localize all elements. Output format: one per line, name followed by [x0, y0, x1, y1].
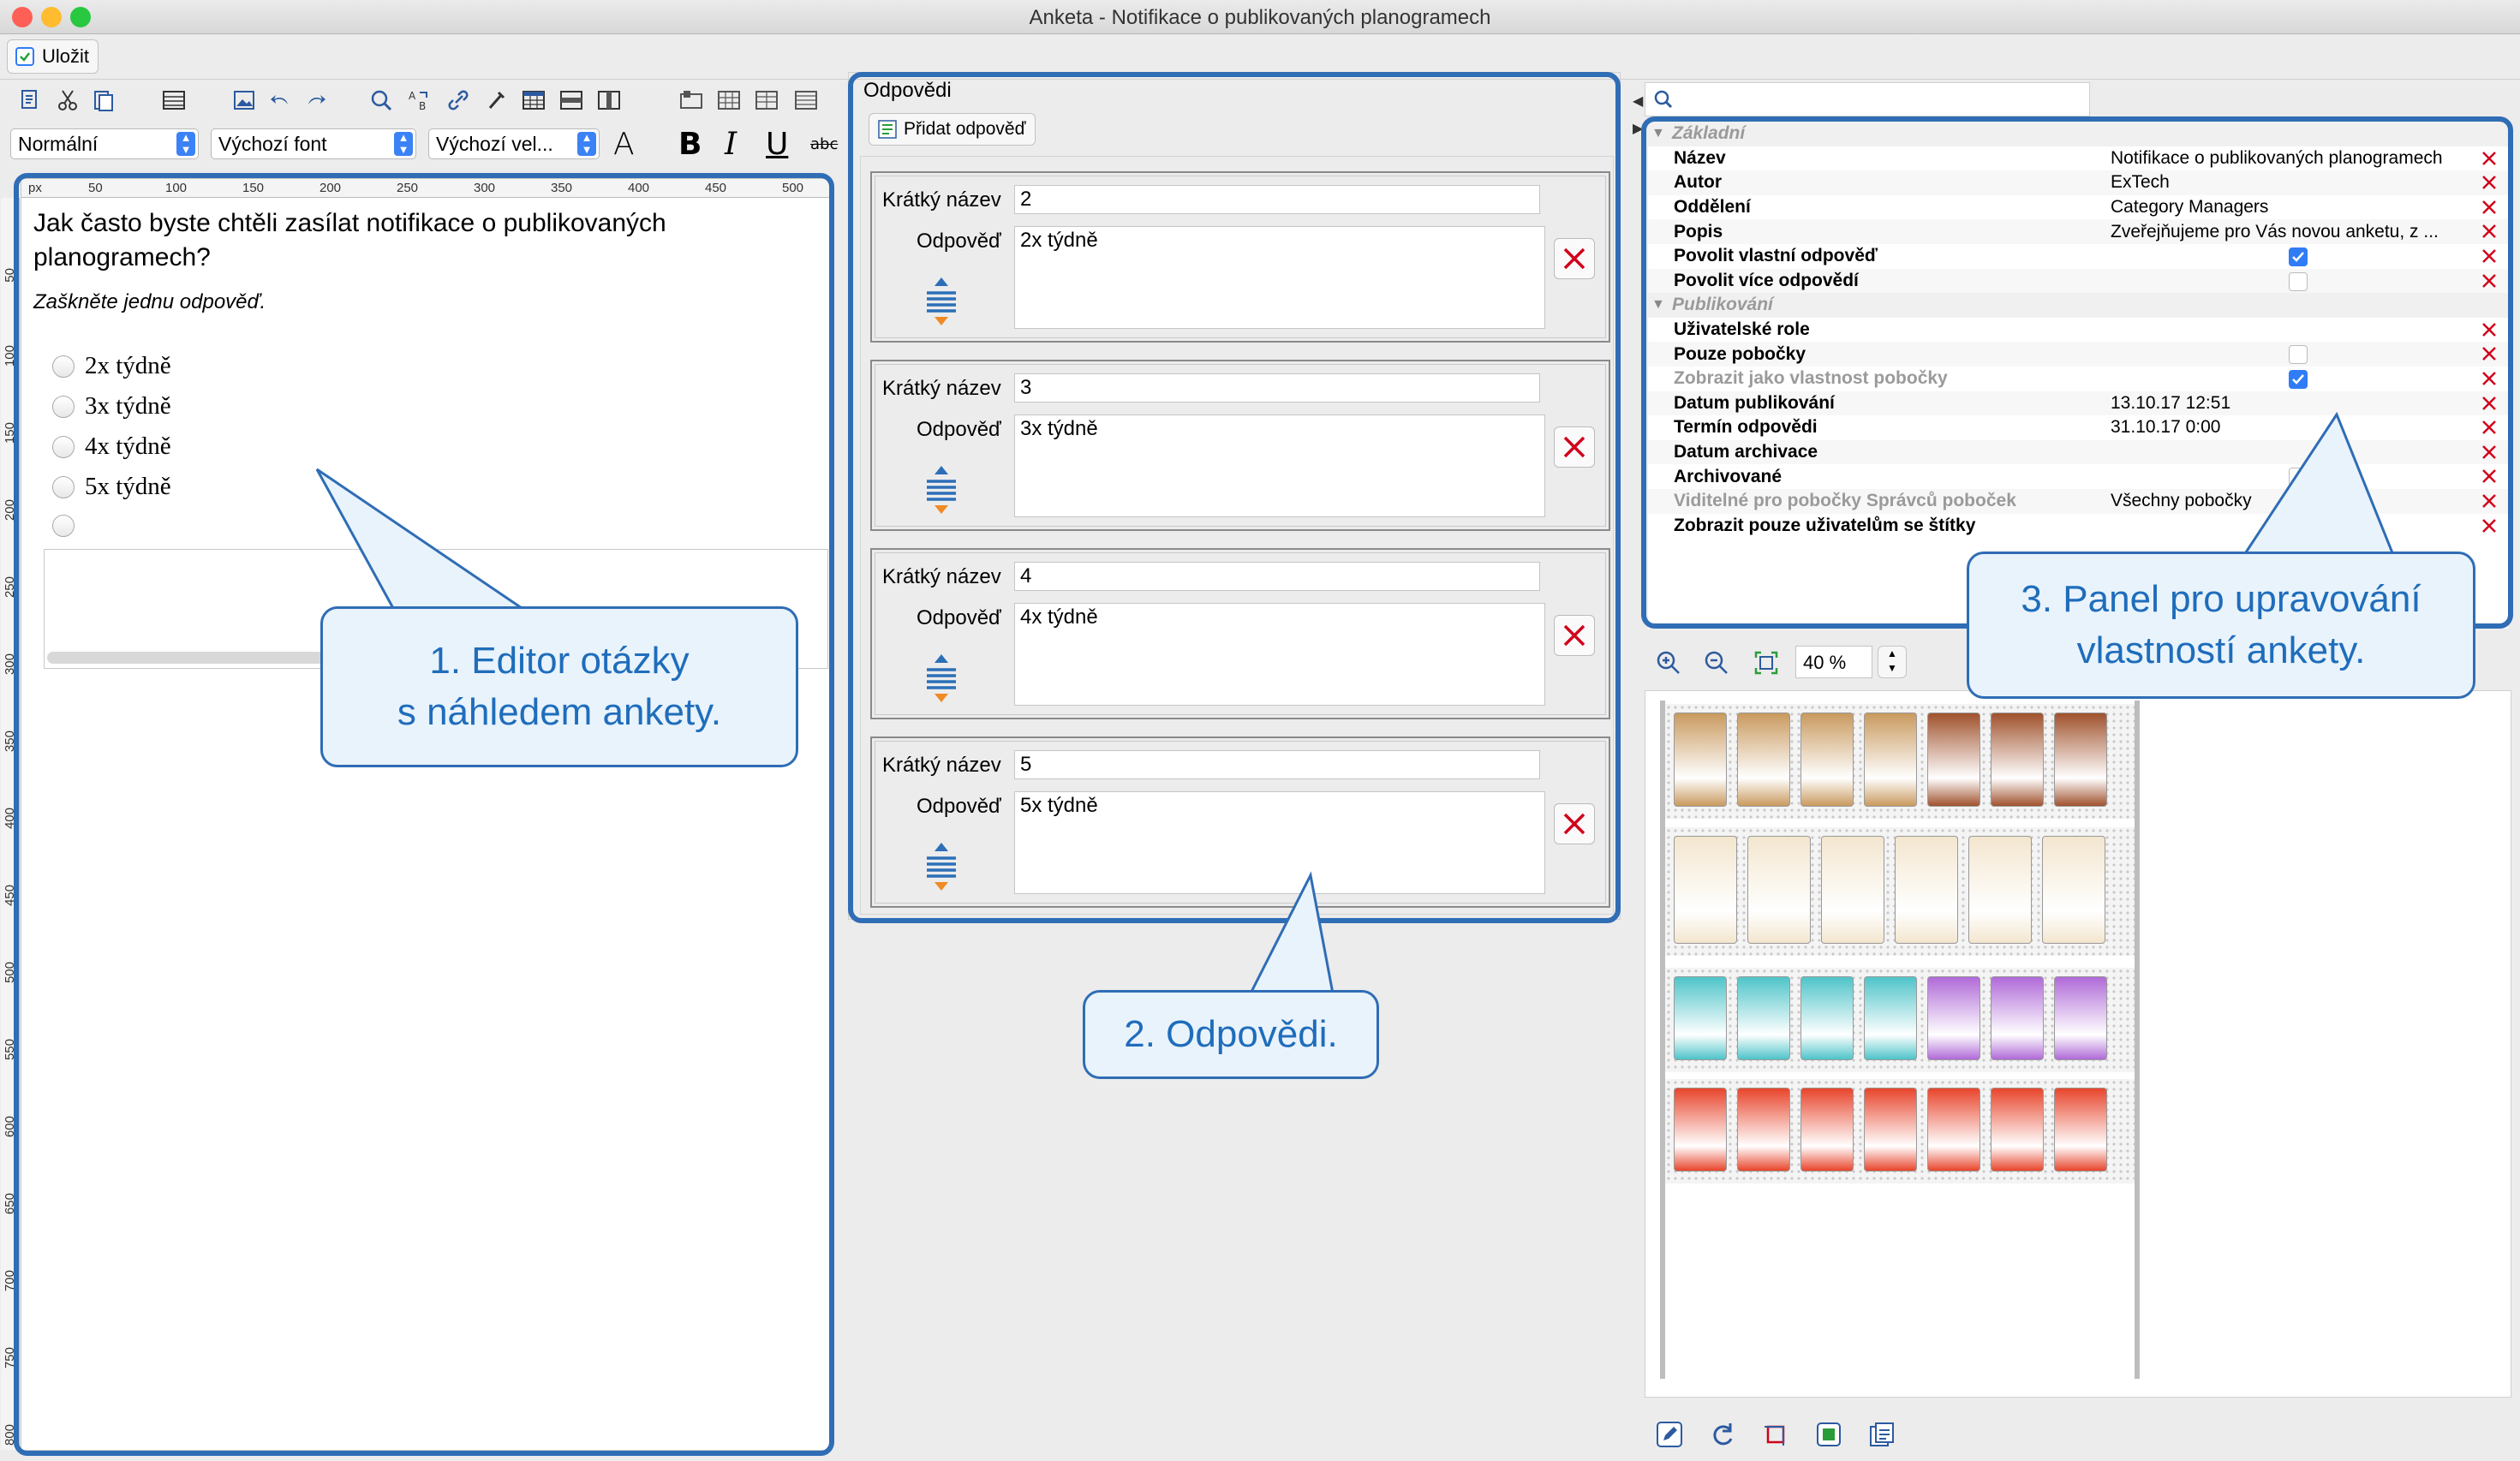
callout-answers: 2. Odpovědi.	[1083, 990, 1379, 1079]
callout-properties: 3. Panel pro upravování vlastností ankety…	[1967, 552, 2475, 699]
callout-editor-line2: s náhledem ankety.	[397, 691, 722, 733]
callout-editor: 1. Editor otázky s náhledem ankety.	[320, 606, 798, 767]
callout-properties-line1: 3. Panel pro upravování	[2021, 578, 2421, 620]
callout-editor-line1: 1. Editor otázky	[429, 640, 690, 682]
callout-properties-line2: vlastností ankety.	[2076, 629, 2366, 671]
